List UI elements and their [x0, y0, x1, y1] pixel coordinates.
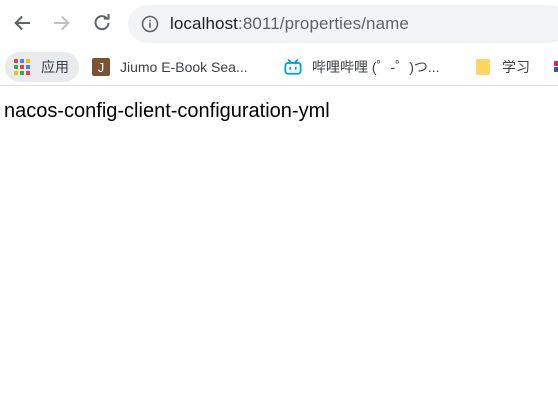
- bookmark-apps-label: 应用: [41, 59, 69, 75]
- forward-button[interactable]: [46, 7, 78, 39]
- info-icon[interactable]: [140, 14, 160, 34]
- bookmark-study-label: 学习: [502, 59, 530, 75]
- svg-text:J: J: [98, 60, 105, 75]
- apps-grid-icon: [13, 58, 31, 76]
- back-button[interactable]: [6, 7, 38, 39]
- url-path: :8011/properties/name: [238, 14, 409, 33]
- bookmark-bilibili-label: 哔哩哔哩 (゜-゜)つ...: [312, 59, 440, 75]
- bookmark-bilibili[interactable]: 哔哩哔哩 (゜-゜)つ...: [276, 52, 440, 82]
- url-text: localhost:8011/properties/name: [170, 14, 409, 34]
- reload-button[interactable]: [86, 7, 118, 39]
- colored-icon: [552, 58, 558, 76]
- address-bar[interactable]: localhost:8011/properties/name: [128, 5, 558, 43]
- j-book-icon: J: [92, 58, 110, 76]
- bookmark-jiumo[interactable]: J Jiumo E-Book Sea...: [84, 52, 248, 82]
- bilibili-icon: [284, 58, 302, 76]
- folder-icon: [474, 58, 492, 76]
- reload-icon: [92, 13, 112, 33]
- arrow-left-icon: [12, 13, 32, 33]
- bookmark-study-folder[interactable]: 学习: [466, 52, 530, 82]
- bookmark-partial[interactable]: [544, 52, 558, 82]
- bookmark-apps[interactable]: 应用: [5, 52, 79, 82]
- page-body-text: nacos-config-client-configuration-yml: [4, 100, 330, 122]
- bookmarks-bar: 应用 J Jiumo E-Book Sea... 哔哩哔哩 (゜-゜)つ...: [0, 48, 558, 86]
- arrow-right-icon: [52, 13, 72, 33]
- bookmark-jiumo-label: Jiumo E-Book Sea...: [120, 59, 248, 75]
- browser-toolbar: localhost:8011/properties/name: [0, 0, 558, 48]
- url-host: localhost: [170, 14, 238, 33]
